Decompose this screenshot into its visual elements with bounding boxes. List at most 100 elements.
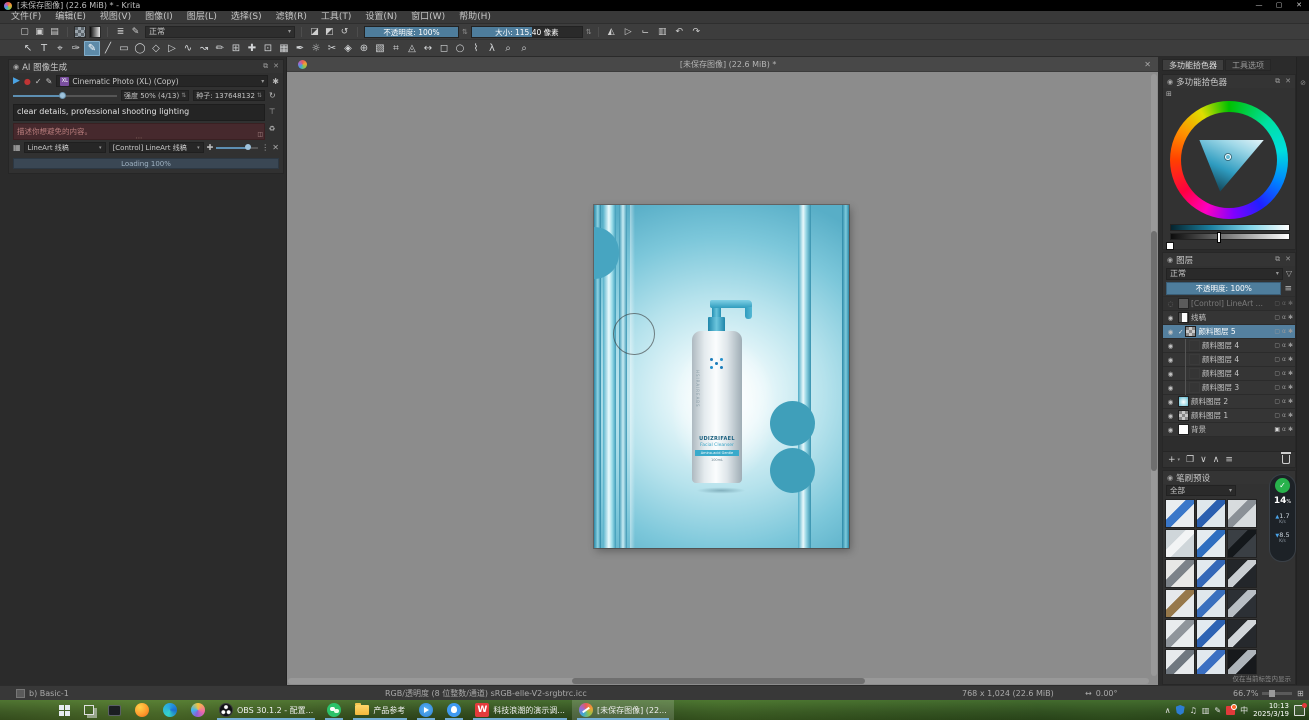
alpha-lock-icon[interactable]: α [1282, 356, 1286, 363]
close-document-icon[interactable]: ✕ [1144, 60, 1151, 69]
freehand-select-tool[interactable]: ⌇ [468, 41, 484, 56]
explorer-button[interactable] [101, 700, 128, 720]
gradient-swatch[interactable] [89, 26, 101, 38]
control-grid-icon[interactable]: ▦ [13, 143, 21, 152]
float-docker-icon[interactable]: ⧉ [263, 62, 268, 71]
color-sampler-tool[interactable]: ✒ [292, 41, 308, 56]
zoom-tool[interactable]: ⌕ [516, 41, 532, 56]
close-button[interactable]: ✕ [1289, 0, 1309, 11]
layer-row-10[interactable]: ◉背景▣α✱ [1163, 423, 1295, 437]
docker-header[interactable]: ◉ AI 图像生成 ⧉ ✕ [9, 60, 283, 73]
layer-lock-icon[interactable]: ▢ [1274, 384, 1280, 391]
photos-button[interactable] [184, 700, 212, 720]
save-icon[interactable]: ▤ [48, 25, 61, 39]
layer-filter-icon[interactable]: ▽ [1286, 269, 1292, 278]
brush-preset-17[interactable] [1196, 649, 1226, 674]
alpha-lock-icon[interactable]: α [1282, 412, 1286, 419]
link-strength-icon[interactable]: ✚ [207, 143, 214, 152]
multibrush-tool[interactable]: ⊞ [228, 41, 244, 56]
layer-opacity-slider[interactable]: 不透明度: 100% [1166, 282, 1281, 295]
obs-button[interactable]: OBS 30.1.2 - 配置... [212, 700, 320, 720]
enclose-fill-tool[interactable]: ⊕ [356, 41, 372, 56]
wechat-button[interactable] [320, 700, 348, 720]
canvas-vertical-scrollbar[interactable] [1151, 74, 1157, 676]
layer-row-6[interactable]: ◉颜料图层 4▢α✱ [1163, 367, 1295, 381]
canvas-area[interactable]: [未保存图像] (22.6 MiB) * ✕ [287, 57, 1158, 685]
apply-button[interactable]: ✓ [35, 77, 42, 86]
color-space-icon[interactable]: ⊞ [1166, 90, 1172, 98]
similar-select-tool[interactable]: ⌕ [500, 41, 516, 56]
layer-row-7[interactable]: ◉颜料图层 3▢α✱ [1163, 381, 1295, 395]
canvas-horizontal-scrollbar[interactable] [288, 678, 1149, 684]
layer-lock-icon[interactable]: ▢ [1274, 412, 1280, 419]
alpha-lock-icon[interactable]: α [1282, 426, 1286, 433]
delete-layer-button[interactable] [1282, 455, 1290, 464]
text-tool[interactable]: T [36, 41, 52, 56]
control-layer-select[interactable]: [Control] LineArt 线稿 ▾ [109, 142, 204, 153]
brush-preset-7[interactable] [1165, 559, 1195, 588]
alpha-lock-icon[interactable]: α [1282, 342, 1286, 349]
control-type-select[interactable]: LineArt 线稿 ▾ [24, 142, 106, 153]
randomize-seed-icon[interactable]: ↻ [269, 91, 276, 100]
layer-lock-icon[interactable]: ▢ [1274, 342, 1280, 349]
brush-preset-14[interactable] [1196, 619, 1226, 648]
calligraphy-tool[interactable]: ✑ [68, 41, 84, 56]
seed-spinbox[interactable]: 种子: 137648132 ⇅ [193, 90, 265, 101]
menu-item-1[interactable]: 文件(F) [4, 11, 48, 24]
layer-lock-icon[interactable]: ▢ [1274, 370, 1280, 377]
fit-canvas-icon[interactable]: ⊞ [1297, 686, 1304, 701]
reference-images-tool[interactable]: ⌗ [388, 41, 404, 56]
close-docker-icon[interactable]: ✕ [273, 62, 279, 71]
alpha-lock-icon[interactable]: α [1282, 328, 1286, 335]
brush-preset-13[interactable] [1165, 619, 1195, 648]
brush-preset-6[interactable] [1227, 529, 1257, 558]
krita-button[interactable]: [未保存图像] (22... [572, 700, 674, 720]
layer-style-gear-icon[interactable]: ✱ [1288, 314, 1293, 321]
style-preset-select[interactable]: XL Cinematic Photo (XL) (Copy) ▾ [56, 75, 268, 87]
settings-gear-icon[interactable]: ✱ [272, 77, 279, 86]
rectangle-tool[interactable]: ▭ [116, 41, 132, 56]
bezier-curve-tool[interactable]: ∿ [180, 41, 196, 56]
layer-lock-icon[interactable]: ▢ [1274, 314, 1280, 321]
edge-button[interactable] [156, 700, 184, 720]
move-layer-down-button[interactable]: ∨ [1200, 455, 1207, 465]
mirror-horizontal-icon[interactable]: ◭ [605, 25, 618, 39]
layer-style-gear-icon[interactable]: ✱ [1288, 370, 1293, 377]
preserve-alpha-icon[interactable]: ◩ [323, 25, 336, 39]
strength-slider[interactable] [13, 91, 117, 100]
layer-row-3[interactable]: ◉✓颜料图层 5▢α✱ [1163, 325, 1295, 339]
remove-control-icon[interactable]: ✕ [272, 143, 279, 152]
smart-patch-tool[interactable]: ✂ [324, 41, 340, 56]
layer-lock-icon[interactable]: ▢ [1274, 300, 1280, 307]
brush-preset-3[interactable] [1227, 499, 1257, 528]
display-icon[interactable]: ▥ [1202, 706, 1210, 715]
eraser-mode-icon[interactable]: ◪ [308, 25, 321, 39]
opacity-slider[interactable]: 不透明度: 100% [364, 26, 459, 38]
spinner-arrows-icon[interactable]: ⇅ [462, 28, 468, 36]
menu-item-9[interactable]: 设置(N) [358, 11, 404, 24]
polygon-tool[interactable]: ◇ [148, 41, 164, 56]
brush-preset-18[interactable] [1227, 649, 1257, 674]
message-badge-icon[interactable] [1226, 706, 1235, 715]
layer-lock-icon[interactable]: ▢ [1274, 398, 1280, 405]
close-docker-icon[interactable]: ✕ [1285, 77, 1291, 86]
docker-header[interactable]: ◉ 图层 ⧉ ✕ [1163, 253, 1295, 266]
document-titlebar[interactable]: [未保存图像] (22.6 MiB) * ✕ [287, 57, 1158, 72]
layer-row-9[interactable]: ◉颜料图层 1▢α✱ [1163, 409, 1295, 423]
layer-style-gear-icon[interactable]: ✱ [1288, 328, 1293, 335]
tab-advanced-color-selector[interactable]: 多功能拾色器 [1162, 59, 1224, 71]
negative-prompt-textarea[interactable]: 描述你想避免的内容。 ⋯ ◫ [13, 123, 265, 140]
redo-icon[interactable]: ↷ [690, 25, 703, 39]
layer-style-gear-icon[interactable]: ✱ [1288, 426, 1293, 433]
layer-visibility-icon[interactable]: ◉ [1165, 314, 1176, 322]
workspace-icon[interactable]: ▥ [656, 25, 669, 39]
brush-preset-5[interactable] [1196, 529, 1226, 558]
ellipse-tool[interactable]: ◯ [132, 41, 148, 56]
block-icon[interactable]: ⊘ [1297, 79, 1309, 87]
layer-visibility-icon[interactable]: ◉ [1165, 398, 1176, 406]
zoom-slider[interactable] [1262, 692, 1292, 695]
rect-select-tool[interactable]: ◻ [436, 41, 452, 56]
qq-button[interactable] [440, 700, 468, 720]
layer-lock-icon[interactable]: ▣ [1274, 426, 1280, 433]
move-tool[interactable]: ✚ [244, 41, 260, 56]
